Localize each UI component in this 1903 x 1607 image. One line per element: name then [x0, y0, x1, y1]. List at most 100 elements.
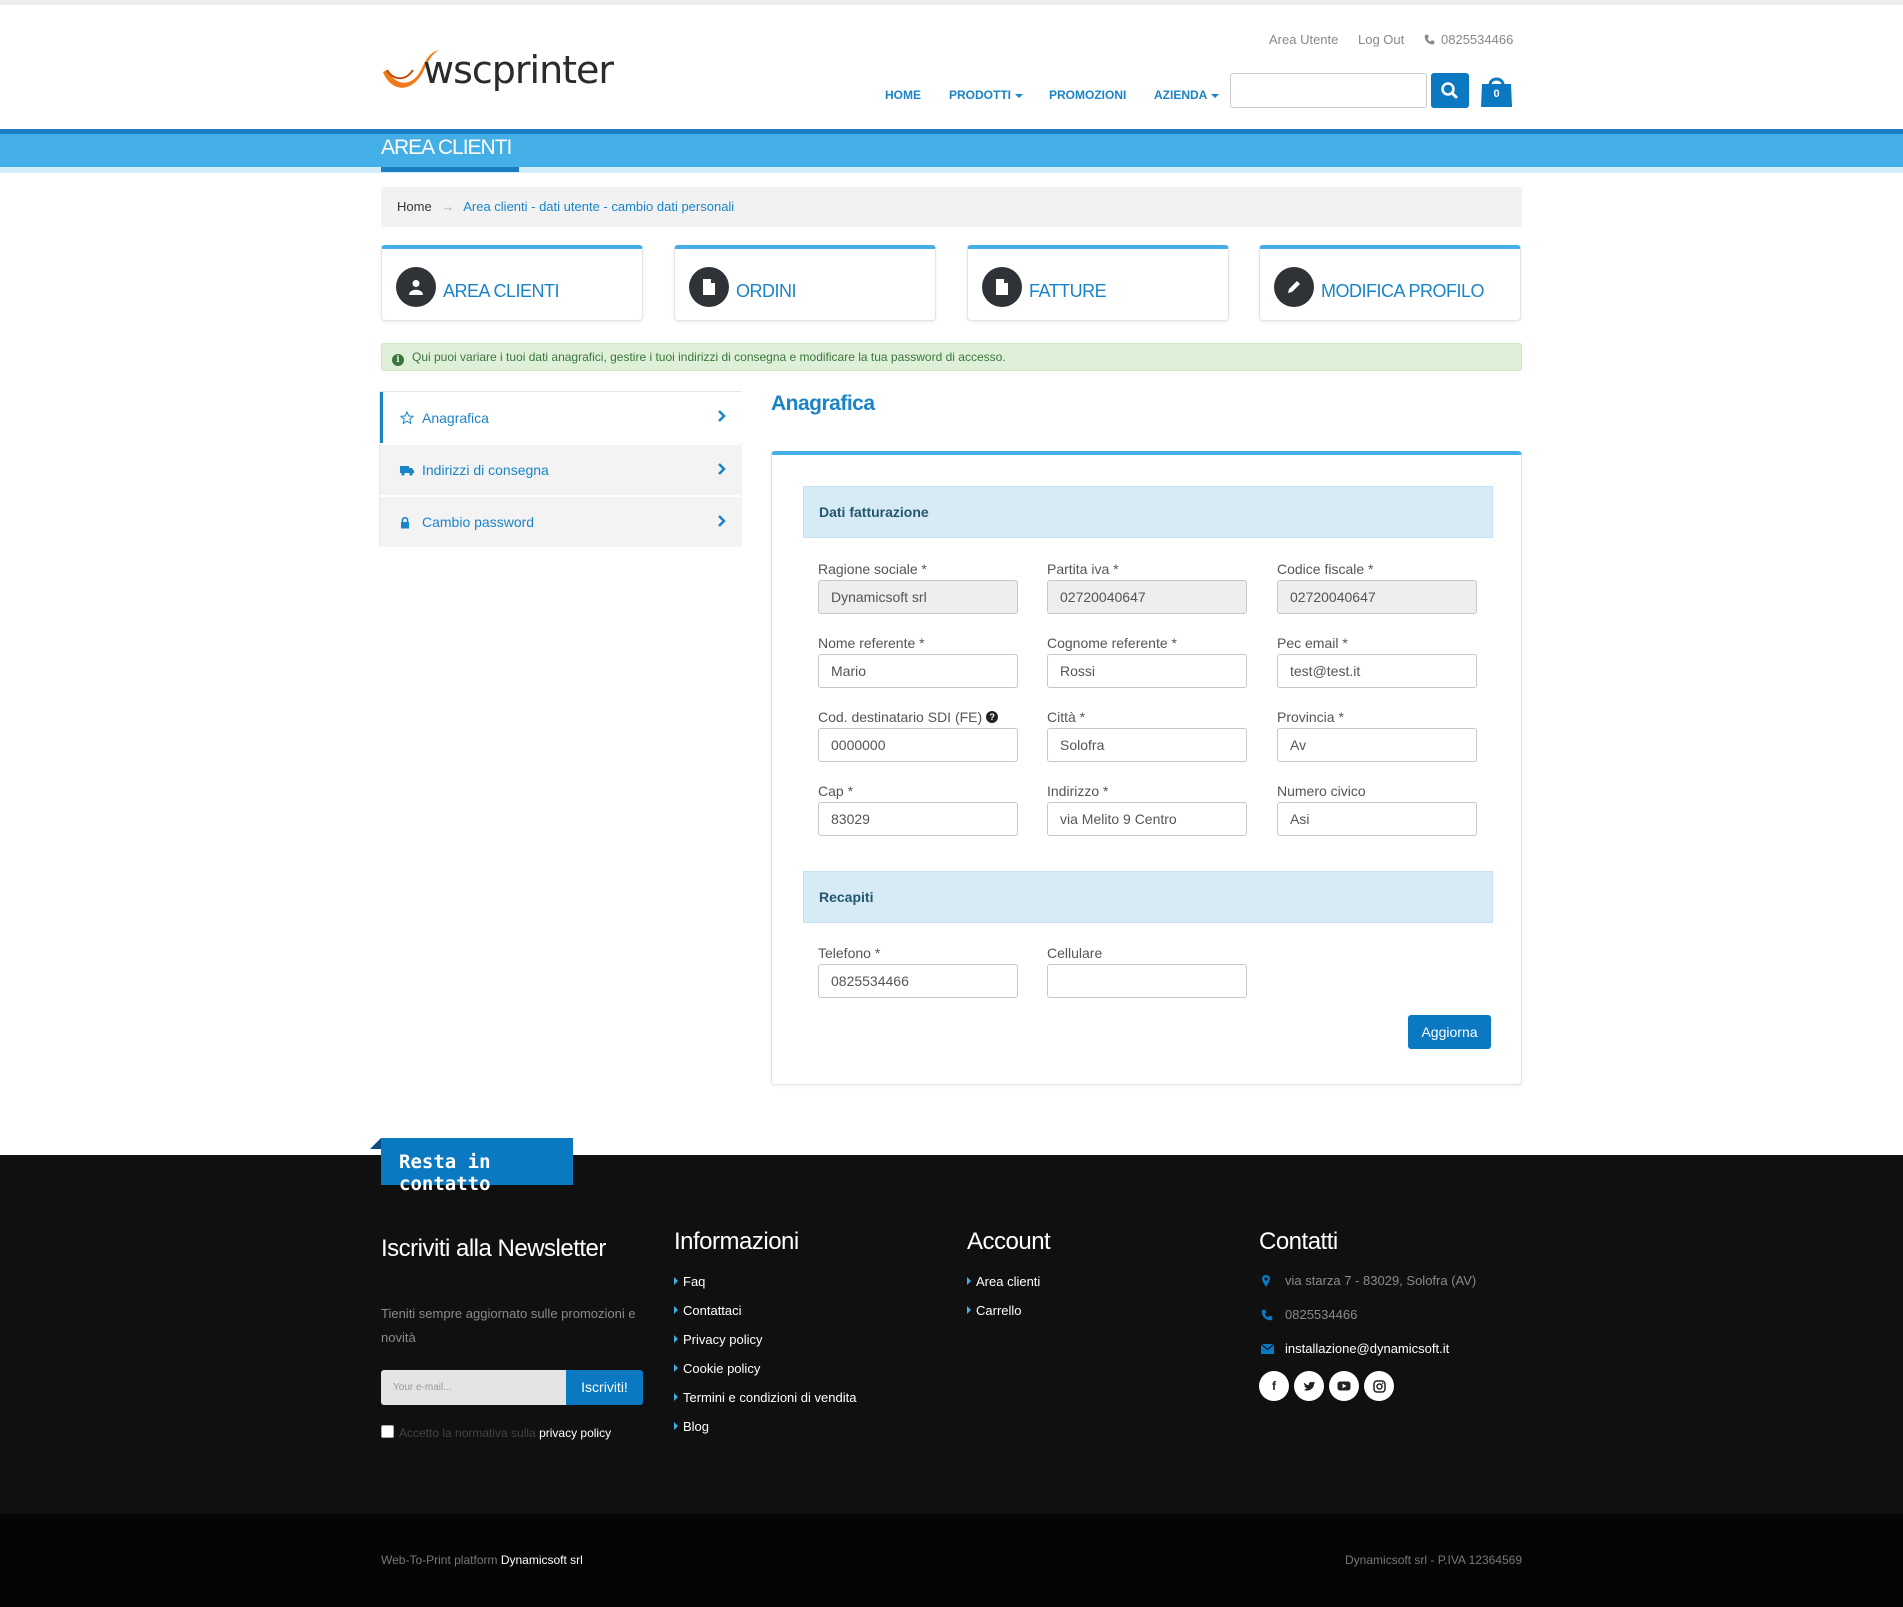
footer-link-label: Termini e condizioni di vendita	[683, 1390, 857, 1405]
nav-home[interactable]: HOME	[885, 88, 921, 102]
header-phone: 0825534466	[1424, 32, 1513, 47]
logo[interactable]: wscprinter	[381, 42, 614, 94]
label-cod-sdi: Cod. destinatario SDI (FE) ?	[818, 709, 999, 725]
input-cognome-referente[interactable]	[1047, 654, 1247, 688]
label-provincia: Provincia *	[1277, 709, 1344, 725]
page-band	[0, 134, 1903, 167]
document-icon	[689, 267, 729, 307]
envelope-icon	[1261, 1343, 1277, 1354]
privacy-policy-link[interactable]: privacy policy	[539, 1426, 611, 1440]
profile-form-panel: Dati fatturazione Ragione sociale * Part…	[771, 451, 1522, 1085]
input-pec-email[interactable]	[1277, 654, 1477, 688]
newsletter-text: Tieniti sempre aggiornato sulle promozio…	[381, 1306, 636, 1345]
footer-link-termini[interactable]: Termini e condizioni di vendita	[674, 1390, 856, 1405]
footer-link-cookie[interactable]: Cookie policy	[674, 1361, 760, 1376]
chevron-right-icon	[718, 515, 726, 527]
side-item-anagrafica[interactable]: Anagrafica	[380, 392, 742, 443]
phone-icon	[1261, 1309, 1277, 1321]
nav-prodotti-label: PRODOTTI	[949, 88, 1011, 102]
input-cod-sdi[interactable]	[818, 728, 1018, 762]
band-title: AREA CLIENTI	[381, 136, 512, 159]
input-partita-iva[interactable]	[1047, 580, 1247, 614]
pencil-icon	[1274, 267, 1314, 307]
footer-link-contattaci[interactable]: Contattaci	[674, 1303, 742, 1318]
search-input[interactable]	[1230, 73, 1427, 108]
input-cap[interactable]	[818, 802, 1018, 836]
nav-promozioni[interactable]: PROMOZIONI	[1049, 88, 1126, 102]
contact-phone-text: 0825534466	[1285, 1307, 1358, 1322]
breadcrumb-current[interactable]: Area clienti - dati utente - cambio dati…	[463, 199, 734, 214]
arrow-right-icon	[967, 1306, 971, 1314]
footer-link-privacy[interactable]: Privacy policy	[674, 1332, 762, 1347]
area-utente-link[interactable]: Area Utente	[1269, 32, 1338, 47]
youtube-icon[interactable]	[1329, 1371, 1359, 1401]
newsletter-email-input[interactable]: Your e-mail...	[381, 1370, 566, 1405]
search-button[interactable]	[1431, 73, 1469, 108]
newsletter-subscribe-button[interactable]: Iscriviti!	[566, 1370, 643, 1405]
breadcrumb-home[interactable]: Home	[397, 199, 432, 214]
user-icon	[396, 267, 436, 307]
cart-button[interactable]: 0	[1480, 73, 1513, 108]
instagram-icon[interactable]	[1364, 1371, 1394, 1401]
input-citta[interactable]	[1047, 728, 1247, 762]
input-numero-civico[interactable]	[1277, 802, 1477, 836]
truck-icon	[400, 464, 416, 476]
footer-link-label: Area clienti	[976, 1274, 1041, 1289]
card-fatture[interactable]: FATTURE	[967, 245, 1229, 321]
section-billing: Dati fatturazione	[803, 486, 1493, 538]
search-icon	[1441, 82, 1458, 99]
contact-email[interactable]: installazione@dynamicsoft.it	[1261, 1341, 1449, 1356]
card-label: MODIFICA PROFILO	[1321, 281, 1485, 301]
logout-link[interactable]: Log Out	[1358, 32, 1404, 47]
label-cod-sdi-text: Cod. destinatario SDI (FE)	[818, 709, 983, 725]
arrow-right-icon	[674, 1393, 678, 1401]
account-title: Account	[967, 1228, 1051, 1255]
band-title-underline	[381, 167, 519, 172]
input-codice-fiscale[interactable]	[1277, 580, 1477, 614]
input-indirizzo[interactable]	[1047, 802, 1247, 836]
caret-down-icon	[1015, 93, 1023, 98]
nav-azienda-label: AZIENDA	[1154, 88, 1208, 102]
footer-link-blog[interactable]: Blog	[674, 1419, 709, 1434]
side-item-label: Anagrafica	[422, 409, 489, 426]
contacts-title: Contatti	[1259, 1228, 1338, 1255]
nav-azienda[interactable]: AZIENDA	[1154, 88, 1220, 102]
footer-link-faq[interactable]: Faq	[674, 1274, 705, 1289]
footer-link-label: Faq	[683, 1274, 706, 1289]
help-icon[interactable]: ?	[986, 711, 999, 723]
label-cellulare: Cellulare	[1047, 945, 1103, 961]
input-cellulare[interactable]	[1047, 964, 1247, 998]
input-provincia[interactable]	[1277, 728, 1477, 762]
label-citta: Città *	[1047, 709, 1086, 725]
file-icon	[982, 267, 1022, 307]
footer-link-area-clienti[interactable]: Area clienti	[967, 1274, 1040, 1289]
side-item-indirizzi[interactable]: Indirizzi di consegna	[380, 444, 742, 495]
side-item-password[interactable]: Cambio password	[380, 496, 742, 547]
input-ragione-sociale[interactable]	[818, 580, 1018, 614]
update-button[interactable]: Aggiorna	[1408, 1015, 1491, 1049]
footer-tab: Resta in contatto	[381, 1138, 573, 1195]
info-title: Informazioni	[674, 1228, 799, 1255]
twitter-icon[interactable]	[1294, 1371, 1324, 1401]
arrow-right-icon	[967, 1277, 971, 1285]
card-modifica-profilo[interactable]: MODIFICA PROFILO	[1259, 245, 1521, 321]
card-area-clienti[interactable]: AREA CLIENTI	[381, 245, 643, 321]
section-contacts: Recapiti	[803, 871, 1493, 923]
contact-address-text: via starza 7 - 83029, Solofra (AV)	[1285, 1273, 1477, 1288]
footer-link-carrello[interactable]: Carrello	[967, 1303, 1022, 1318]
nav-prodotti[interactable]: PRODOTTI	[949, 88, 1023, 102]
footer-bottom-bar	[0, 1514, 1903, 1607]
footer-piva: Dynamicsoft srl - P.IVA 12364569	[1345, 1553, 1522, 1567]
logo-text: wscprinter	[423, 48, 614, 92]
footer-brand-link[interactable]: Dynamicsoft srl	[501, 1553, 583, 1567]
input-telefono[interactable]	[818, 964, 1018, 998]
breadcrumb-arrow-icon: →	[441, 199, 455, 214]
card-ordini[interactable]: ORDINI	[674, 245, 936, 321]
caret-down-icon	[1211, 93, 1220, 98]
input-nome-referente[interactable]	[818, 654, 1018, 688]
facebook-icon[interactable]: f	[1259, 1371, 1289, 1401]
privacy-checkbox[interactable]	[381, 1425, 394, 1438]
chevron-right-icon	[718, 410, 726, 422]
footer-credits-text: Web-To-Print platform	[381, 1553, 498, 1567]
label-cap: Cap *	[818, 783, 854, 799]
